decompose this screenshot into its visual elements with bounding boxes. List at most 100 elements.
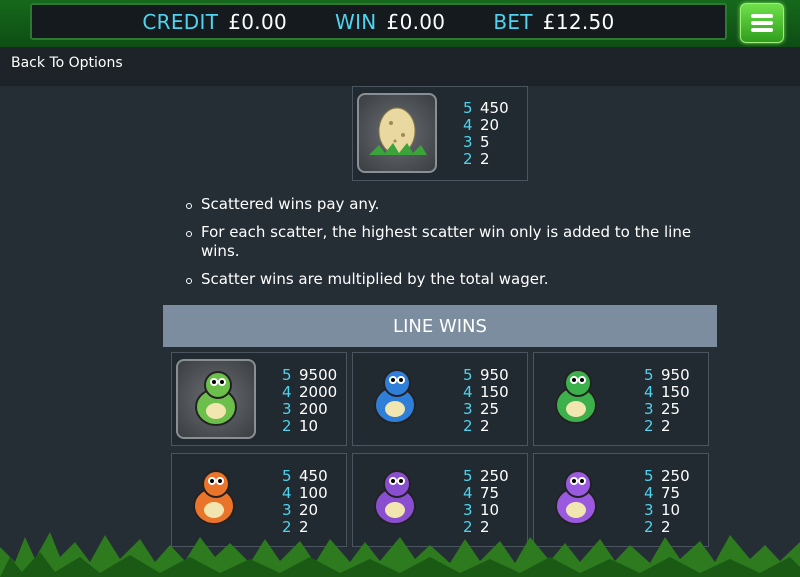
- line-win-card: 5 250 4 75 3 10 2 2: [352, 453, 528, 547]
- pay-row: 35: [463, 134, 509, 151]
- line-win-pay-table: 5 450 4 100 3 20 2 2: [282, 468, 328, 536]
- pay-row: 3 200: [282, 401, 337, 418]
- purple-dino-icon: [357, 460, 437, 540]
- pay-row: 3 10: [463, 502, 509, 519]
- pay-value: 10: [480, 501, 500, 519]
- pay-value: 100: [299, 484, 328, 502]
- line-win-card: 5 950 4 150 3 25 2 2: [533, 352, 709, 446]
- pay-count: 2: [644, 417, 654, 435]
- pay-count: 4: [282, 484, 292, 502]
- pay-count: 2: [463, 417, 473, 435]
- hamburger-icon: [751, 14, 773, 18]
- pay-count: 5: [644, 467, 654, 485]
- line-win-card: 5 9500 4 2000 3 200 2 10: [171, 352, 347, 446]
- pay-value: 2000: [299, 383, 338, 401]
- pay-count: 4: [463, 383, 473, 401]
- pay-count: 5: [463, 366, 473, 384]
- pay-count: 4: [463, 116, 473, 134]
- pay-count: 4: [644, 484, 654, 502]
- pay-row: 22: [463, 519, 509, 536]
- pay-row: 22: [282, 519, 328, 536]
- pay-row: 5 250: [463, 468, 509, 485]
- pay-row: 4 75: [463, 485, 509, 502]
- pay-value: 2: [480, 150, 490, 168]
- win-label: WIN: [335, 9, 377, 34]
- pay-row: 22: [463, 418, 509, 435]
- green-dino-icon: [538, 359, 618, 439]
- line-win-pay-table: 5 250 4 75 3 10 2 2: [644, 468, 690, 536]
- pay-value: 10: [661, 501, 681, 519]
- pay-count: 5: [644, 366, 654, 384]
- pay-row: 5 450: [463, 100, 509, 117]
- pay-row: 22: [644, 519, 690, 536]
- pay-row: 4 2000: [282, 384, 337, 401]
- menu-button[interactable]: [740, 3, 784, 43]
- scatter-rules-list: Scattered wins pay any. For each scatter…: [186, 195, 726, 298]
- pay-row: 2 10: [282, 418, 337, 435]
- pay-count: 3: [463, 501, 473, 519]
- line-win-pay-table: 5 9500 4 2000 3 200 2 10: [282, 367, 337, 435]
- pay-value: 2: [480, 417, 490, 435]
- credit-value: £0.00: [228, 9, 287, 34]
- pay-count: 4: [463, 484, 473, 502]
- pay-count: 5: [463, 467, 473, 485]
- pay-count: 3: [282, 501, 292, 519]
- pay-value: 450: [480, 99, 509, 117]
- pay-count: 5: [282, 467, 292, 485]
- pay-value: 75: [661, 484, 681, 502]
- back-to-options-link[interactable]: Back To Options: [11, 55, 123, 71]
- win-meter: WIN £0.00: [335, 10, 445, 34]
- pay-row: 5 450: [282, 468, 328, 485]
- pay-row: 3 10: [644, 502, 690, 519]
- pay-count: 4: [644, 383, 654, 401]
- line-win-card: 5 250 4 75 3 10 2 2: [533, 453, 709, 547]
- bet-label: BET: [493, 9, 533, 34]
- top-bar: CREDIT £0.00 WIN £0.00 BET £12.50: [0, 0, 800, 47]
- pay-row: 5 950: [644, 367, 690, 384]
- pay-value: 450: [299, 467, 328, 485]
- pay-row: 4 100: [282, 485, 328, 502]
- win-value: £0.00: [386, 9, 446, 34]
- pay-value: 5: [480, 133, 490, 151]
- hamburger-icon-line: [751, 28, 773, 32]
- orange-dino-icon: [176, 460, 256, 540]
- meter-panel: CREDIT £0.00 WIN £0.00 BET £12.50: [30, 3, 727, 40]
- pay-value: 75: [480, 484, 500, 502]
- pay-value: 2: [480, 518, 490, 536]
- pay-value: 950: [480, 366, 509, 384]
- line-win-pay-table: 5 950 4 150 3 25 2 2: [463, 367, 509, 435]
- pay-value: 150: [661, 383, 690, 401]
- pay-count: 2: [463, 518, 473, 536]
- pay-row: 4 20: [463, 117, 509, 134]
- pay-row: 5 250: [644, 468, 690, 485]
- line-win-pay-table: 5 250 4 75 3 10 2 2: [463, 468, 509, 536]
- pay-count: 5: [463, 99, 473, 117]
- pay-value: 2: [299, 518, 309, 536]
- pay-row: 3 25: [463, 401, 509, 418]
- pay-count: 3: [463, 133, 473, 151]
- pay-row: 3 25: [644, 401, 690, 418]
- bet-meter: BET £12.50: [493, 10, 614, 34]
- pay-row: 5 9500: [282, 367, 337, 384]
- scatter-pay-table: 5 450 4 20 35 22: [463, 100, 509, 168]
- pay-value: 150: [480, 383, 509, 401]
- pay-row: 5 950: [463, 367, 509, 384]
- rule-item: Scattered wins pay any.: [186, 195, 726, 214]
- pay-count: 2: [282, 417, 292, 435]
- pay-value: 250: [480, 467, 509, 485]
- pay-count: 5: [282, 366, 292, 384]
- pay-count: 3: [644, 501, 654, 519]
- line-win-card: 5 950 4 150 3 25 2 2: [352, 352, 528, 446]
- rule-item: For each scatter, the highest scatter wi…: [186, 223, 726, 261]
- pay-value: 20: [299, 501, 319, 519]
- pay-row: 3 20: [282, 502, 328, 519]
- egg-icon: [357, 93, 437, 173]
- line-win-pay-table: 5 950 4 150 3 25 2 2: [644, 367, 690, 435]
- pay-row: 4 150: [644, 384, 690, 401]
- pay-row: 22: [644, 418, 690, 435]
- scatter-pay-card: 5 450 4 20 35 22: [352, 86, 528, 181]
- pay-value: 20: [480, 116, 500, 134]
- pay-value: 10: [299, 417, 319, 435]
- credit-label: CREDIT: [142, 9, 219, 34]
- green-dino-mom-icon: [176, 359, 256, 439]
